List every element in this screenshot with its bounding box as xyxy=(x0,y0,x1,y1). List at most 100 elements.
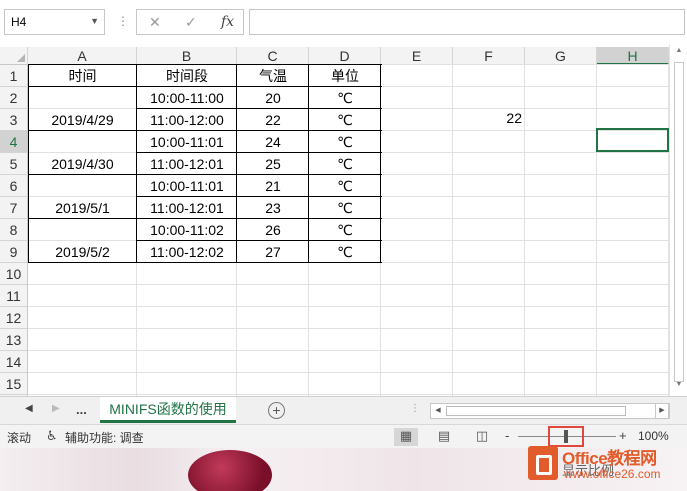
column-header-E[interactable]: E xyxy=(381,47,453,65)
column-header-C[interactable]: C xyxy=(237,47,309,65)
date-cell[interactable]: 2019/5/1 xyxy=(28,197,137,219)
date-cell[interactable]: 2019/4/30 xyxy=(28,153,137,175)
time-range-cell[interactable]: 11:00-12:02 xyxy=(137,241,237,263)
more-sheets-button[interactable]: ... xyxy=(76,402,87,417)
watermark: Office教程网 www.office26.com xyxy=(522,441,687,491)
row-header-6[interactable]: 6 xyxy=(0,175,28,197)
column-header-H[interactable]: H xyxy=(597,47,669,65)
row-header-8[interactable]: 8 xyxy=(0,219,28,241)
name-box[interactable]: H4 ▼ xyxy=(4,9,105,35)
cancel-icon[interactable]: ✕ xyxy=(149,14,161,31)
table-border xyxy=(28,218,382,219)
temperature-cell[interactable]: 22 xyxy=(237,109,309,131)
row-header-5[interactable]: 5 xyxy=(0,153,28,175)
unit-cell[interactable]: ℃ xyxy=(309,197,381,219)
time-range-cell[interactable]: 10:00-11:02 xyxy=(137,219,237,241)
unit-cell[interactable]: ℃ xyxy=(309,131,381,153)
row-header-13[interactable]: 13 xyxy=(0,329,28,351)
unit-cell[interactable]: ℃ xyxy=(309,87,381,109)
next-sheet-icon[interactable]: ▶ xyxy=(52,403,60,414)
unit-cell[interactable]: ℃ xyxy=(309,153,381,175)
enter-icon[interactable]: ✓ xyxy=(185,14,197,31)
select-all-corner[interactable] xyxy=(0,47,28,65)
vertical-scrollbar[interactable]: ▲ ▼ xyxy=(669,44,687,396)
table-border xyxy=(28,174,382,175)
header-cell-3[interactable]: 气温 xyxy=(237,65,309,87)
column-header-A[interactable]: A xyxy=(28,47,137,65)
vertical-scroll-thumb[interactable] xyxy=(674,62,684,382)
time-range-cell[interactable]: 11:00-12:00 xyxy=(137,109,237,131)
gridline xyxy=(596,65,597,396)
time-range-cell[interactable]: 10:00-11:01 xyxy=(137,175,237,197)
formula-bar-grip-icon: ⋮ xyxy=(117,14,129,28)
table-border xyxy=(236,64,237,263)
scroll-up-icon[interactable]: ▲ xyxy=(673,47,685,59)
normal-view-button[interactable]: ▦ xyxy=(394,428,418,446)
chevron-down-icon[interactable]: ▼ xyxy=(90,16,99,26)
row-header-15[interactable]: 15 xyxy=(0,373,28,395)
row-header-4[interactable]: 4 xyxy=(0,131,28,153)
row-header-1[interactable]: 1 xyxy=(0,65,28,87)
header-cell-4[interactable]: 单位 xyxy=(309,65,381,87)
page-break-view-button[interactable]: ◫ xyxy=(470,428,494,446)
row-header-12[interactable]: 12 xyxy=(0,307,28,329)
unit-cell[interactable]: ℃ xyxy=(309,241,381,263)
tab-splitter-icon[interactable]: ⋮ xyxy=(410,403,420,414)
unit-cell[interactable]: ℃ xyxy=(309,219,381,241)
column-header-F[interactable]: F xyxy=(453,47,525,65)
row-header-9[interactable]: 9 xyxy=(0,241,28,263)
zoom-out-button[interactable]: - xyxy=(505,428,509,443)
header-cell-1[interactable]: 时间 xyxy=(28,65,137,87)
accessibility-icon[interactable]: ♿ xyxy=(46,428,58,444)
page-layout-view-button[interactable]: ▤ xyxy=(432,428,456,446)
table-border xyxy=(28,262,382,263)
row-header-3[interactable]: 3 xyxy=(0,109,28,131)
date-cell[interactable]: 2019/5/2 xyxy=(28,241,137,263)
time-range-cell[interactable]: 11:00-12:01 xyxy=(137,153,237,175)
unit-cell[interactable]: ℃ xyxy=(309,109,381,131)
temperature-cell[interactable]: 21 xyxy=(237,175,309,197)
formula-input[interactable] xyxy=(249,9,685,35)
temperature-cell[interactable]: 25 xyxy=(237,153,309,175)
insert-function-icon[interactable]: fx xyxy=(221,14,234,30)
scroll-right-icon[interactable]: ▶ xyxy=(655,403,669,419)
header-cell-2[interactable]: 时间段 xyxy=(137,65,237,87)
temperature-cell[interactable]: 27 xyxy=(237,241,309,263)
gridline xyxy=(28,306,669,307)
time-range-cell[interactable]: 10:00-11:00 xyxy=(137,87,237,109)
table-border xyxy=(28,86,382,87)
row-header-14[interactable]: 14 xyxy=(0,351,28,373)
temperature-cell[interactable]: 24 xyxy=(237,131,309,153)
formula-bar: H4 ▼ ⋮ ✕ ✓ fx xyxy=(0,0,687,44)
sheet-tab-minifs[interactable]: MINIFS函数的使用 xyxy=(100,397,236,423)
row-header-10[interactable]: 10 xyxy=(0,263,28,285)
prev-sheet-icon[interactable]: ◀ xyxy=(25,403,33,414)
horizontal-scrollbar[interactable]: ◀ xyxy=(430,403,670,419)
time-range-cell[interactable]: 11:00-12:01 xyxy=(137,197,237,219)
row-header-11[interactable]: 11 xyxy=(0,285,28,307)
temperature-cell[interactable]: 26 xyxy=(237,219,309,241)
accessibility-status[interactable]: 辅助功能: 调查 xyxy=(65,429,144,446)
table-border xyxy=(137,240,382,241)
column-header-G[interactable]: G xyxy=(525,47,597,65)
table-border xyxy=(28,130,382,131)
worksheet-grid[interactable]: ABCDEFGH 12345678910111213141516 时间时间段气温… xyxy=(0,44,669,396)
row-header-7[interactable]: 7 xyxy=(0,197,28,219)
date-cell[interactable]: 2019/4/29 xyxy=(28,109,137,131)
column-header-D[interactable]: D xyxy=(309,47,381,65)
scroll-left-icon[interactable]: ◀ xyxy=(431,404,445,418)
office-logo-icon xyxy=(528,446,558,480)
row-header-2[interactable]: 2 xyxy=(0,87,28,109)
time-range-cell[interactable]: 10:00-11:01 xyxy=(137,131,237,153)
column-header-B[interactable]: B xyxy=(137,47,237,65)
watermark-url: www.office26.com xyxy=(564,467,661,481)
active-cell-H4[interactable] xyxy=(596,128,669,152)
gridline xyxy=(28,284,669,285)
temperature-cell[interactable]: 23 xyxy=(237,197,309,219)
cell-F3[interactable]: 22 xyxy=(453,107,525,129)
scroll-down-icon[interactable]: ▼ xyxy=(673,381,685,393)
temperature-cell[interactable]: 20 xyxy=(237,87,309,109)
horizontal-scroll-thumb[interactable] xyxy=(446,406,626,416)
unit-cell[interactable]: ℃ xyxy=(309,175,381,197)
add-sheet-button[interactable]: + xyxy=(268,402,285,419)
